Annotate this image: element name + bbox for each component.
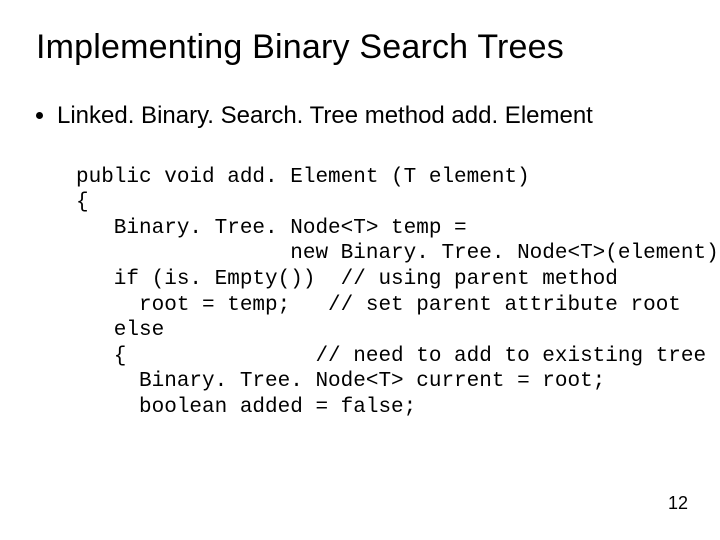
slide: Implementing Binary Search Trees Linked.…: [0, 0, 720, 540]
bullet-dot-icon: [36, 112, 43, 119]
slide-title: Implementing Binary Search Trees: [36, 28, 684, 67]
code-line: { // need to add to existing tree: [76, 345, 706, 368]
bullet-item: Linked. Binary. Search. Tree method add.…: [36, 101, 684, 131]
page-number: 12: [668, 493, 688, 514]
code-line: root = temp; // set parent attribute roo…: [76, 294, 681, 317]
code-line: {: [76, 191, 89, 214]
code-line: Binary. Tree. Node<T> temp =: [76, 217, 467, 240]
code-line: if (is. Empty()) // using parent method: [76, 268, 618, 291]
code-line: public void add. Element (T element): [76, 166, 530, 189]
code-line: boolean added = false;: [76, 396, 416, 419]
code-block: public void add. Element (T element) { B…: [76, 139, 684, 446]
code-line: Binary. Tree. Node<T> current = root;: [76, 370, 605, 393]
bullet-text: Linked. Binary. Search. Tree method add.…: [57, 101, 593, 131]
code-line: new Binary. Tree. Node<T>(element);: [76, 242, 720, 265]
code-line: else: [76, 319, 164, 342]
